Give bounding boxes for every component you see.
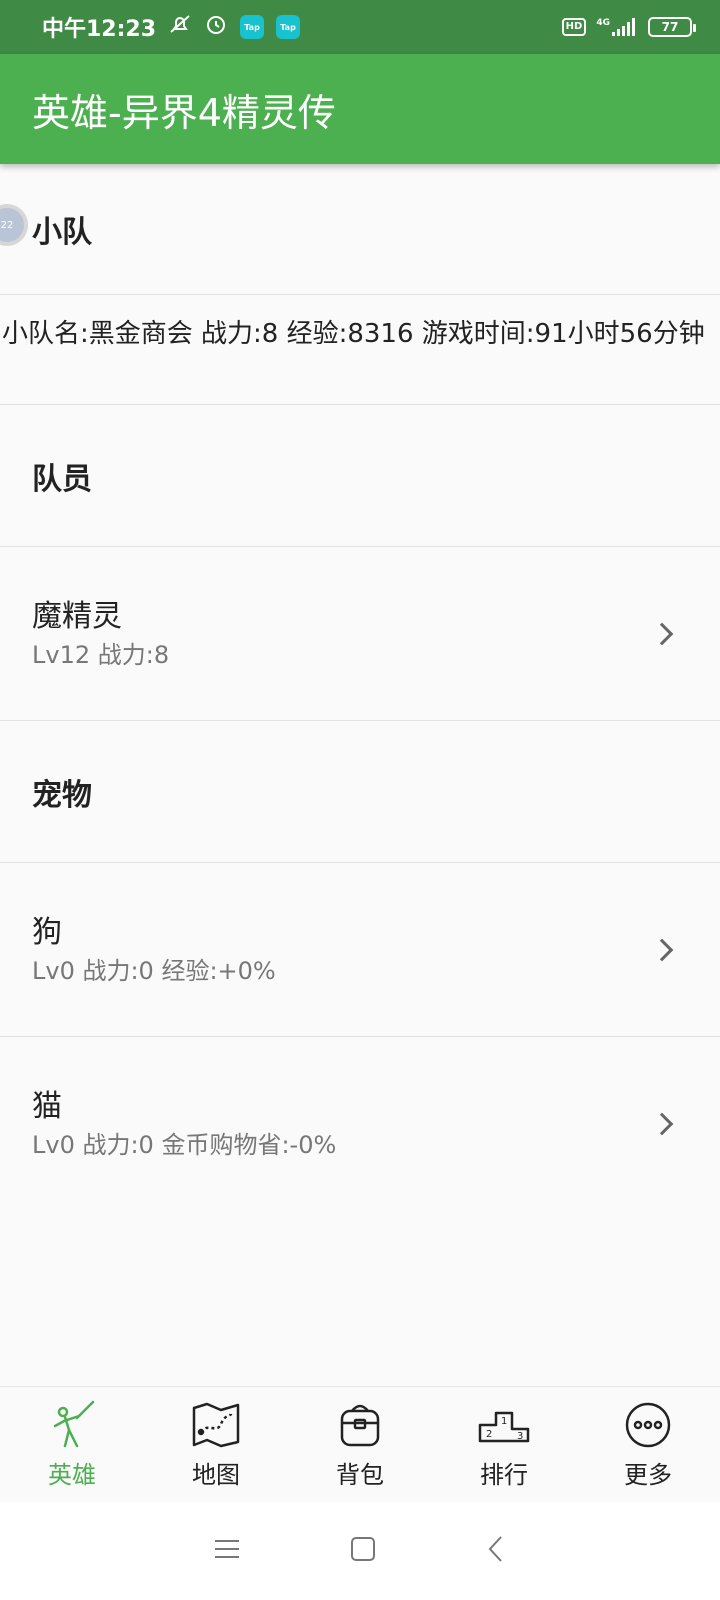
nav-label: 背包 xyxy=(336,1461,384,1489)
hd-badge: HD xyxy=(561,18,587,36)
backpack-icon xyxy=(334,1399,386,1451)
map-icon xyxy=(190,1399,242,1451)
home-icon[interactable] xyxy=(350,1536,376,1566)
status-bar: 中午12:23 Tap Tap HD 4G 77 xyxy=(0,0,720,54)
clock: 中午12:23 xyxy=(42,17,157,42)
tap-app-icon: Tap xyxy=(240,15,265,39)
pets-title: 宠物 xyxy=(32,777,92,813)
page-title: 英雄-异界4精灵传 xyxy=(32,90,336,135)
back-icon[interactable] xyxy=(486,1535,506,1567)
system-nav-bar xyxy=(0,1502,720,1600)
podium-icon: 2 1 3 xyxy=(478,1399,530,1451)
nav-map[interactable]: 地图 xyxy=(144,1387,288,1502)
bottom-nav: 英雄 地图 背包 2 1 3 排行 更多 xyxy=(0,1386,720,1502)
team-info: 小队名:黑金商会 战力:8 经验:8316 游戏时间:91小时56分钟 xyxy=(0,295,720,405)
pet-name: 狗 xyxy=(32,914,62,950)
member-detail: Lv12 战力:8 xyxy=(32,640,170,669)
pet-detail: Lv0 战力:0 经验:+0% xyxy=(32,956,276,985)
nav-label: 地图 xyxy=(192,1461,240,1489)
members-title: 队员 xyxy=(32,461,92,497)
nav-more[interactable]: 更多 xyxy=(576,1387,720,1502)
tap-app-icon: Tap xyxy=(276,15,301,39)
app-bar: 英雄-异界4精灵传 xyxy=(0,54,720,164)
hero-icon xyxy=(46,1399,98,1451)
member-name: 魔精灵 xyxy=(32,598,122,634)
network-type: 4G xyxy=(596,18,610,28)
members-header: 队员 xyxy=(0,405,720,547)
nav-ranking[interactable]: 2 1 3 排行 xyxy=(432,1387,576,1502)
member-item[interactable]: 魔精灵 Lv12 战力:8 xyxy=(0,547,720,721)
pet-item-cat[interactable]: 猫 Lv0 战力:0 金币购物省:-0% xyxy=(0,1037,720,1211)
pets-header: 宠物 xyxy=(0,721,720,863)
signal-icon: 4G xyxy=(596,18,638,36)
pet-item-dog[interactable]: 狗 Lv0 战力:0 经验:+0% xyxy=(0,863,720,1037)
svg-text:2: 2 xyxy=(486,1429,492,1440)
more-icon xyxy=(622,1399,674,1451)
nav-label: 更多 xyxy=(624,1461,672,1489)
nav-hero[interactable]: 英雄 xyxy=(0,1387,144,1502)
svg-text:3: 3 xyxy=(517,1431,523,1442)
menu-icon[interactable] xyxy=(214,1538,240,1564)
pet-detail: Lv0 战力:0 金币购物省:-0% xyxy=(32,1131,337,1159)
alarm-icon xyxy=(204,12,228,42)
nav-label: 排行 xyxy=(480,1461,528,1489)
battery-icon: 77 xyxy=(648,17,696,37)
mute-bell-icon xyxy=(168,12,192,42)
svg-text:1: 1 xyxy=(501,1416,507,1427)
team-header: 22 小队 xyxy=(0,164,720,295)
nav-backpack[interactable]: 背包 xyxy=(288,1387,432,1502)
nav-label: 英雄 xyxy=(48,1461,96,1489)
pet-name: 猫 xyxy=(32,1089,62,1124)
main-content: 22 小队 小队名:黑金商会 战力:8 经验:8316 游戏时间:91小时56分… xyxy=(0,164,720,1211)
